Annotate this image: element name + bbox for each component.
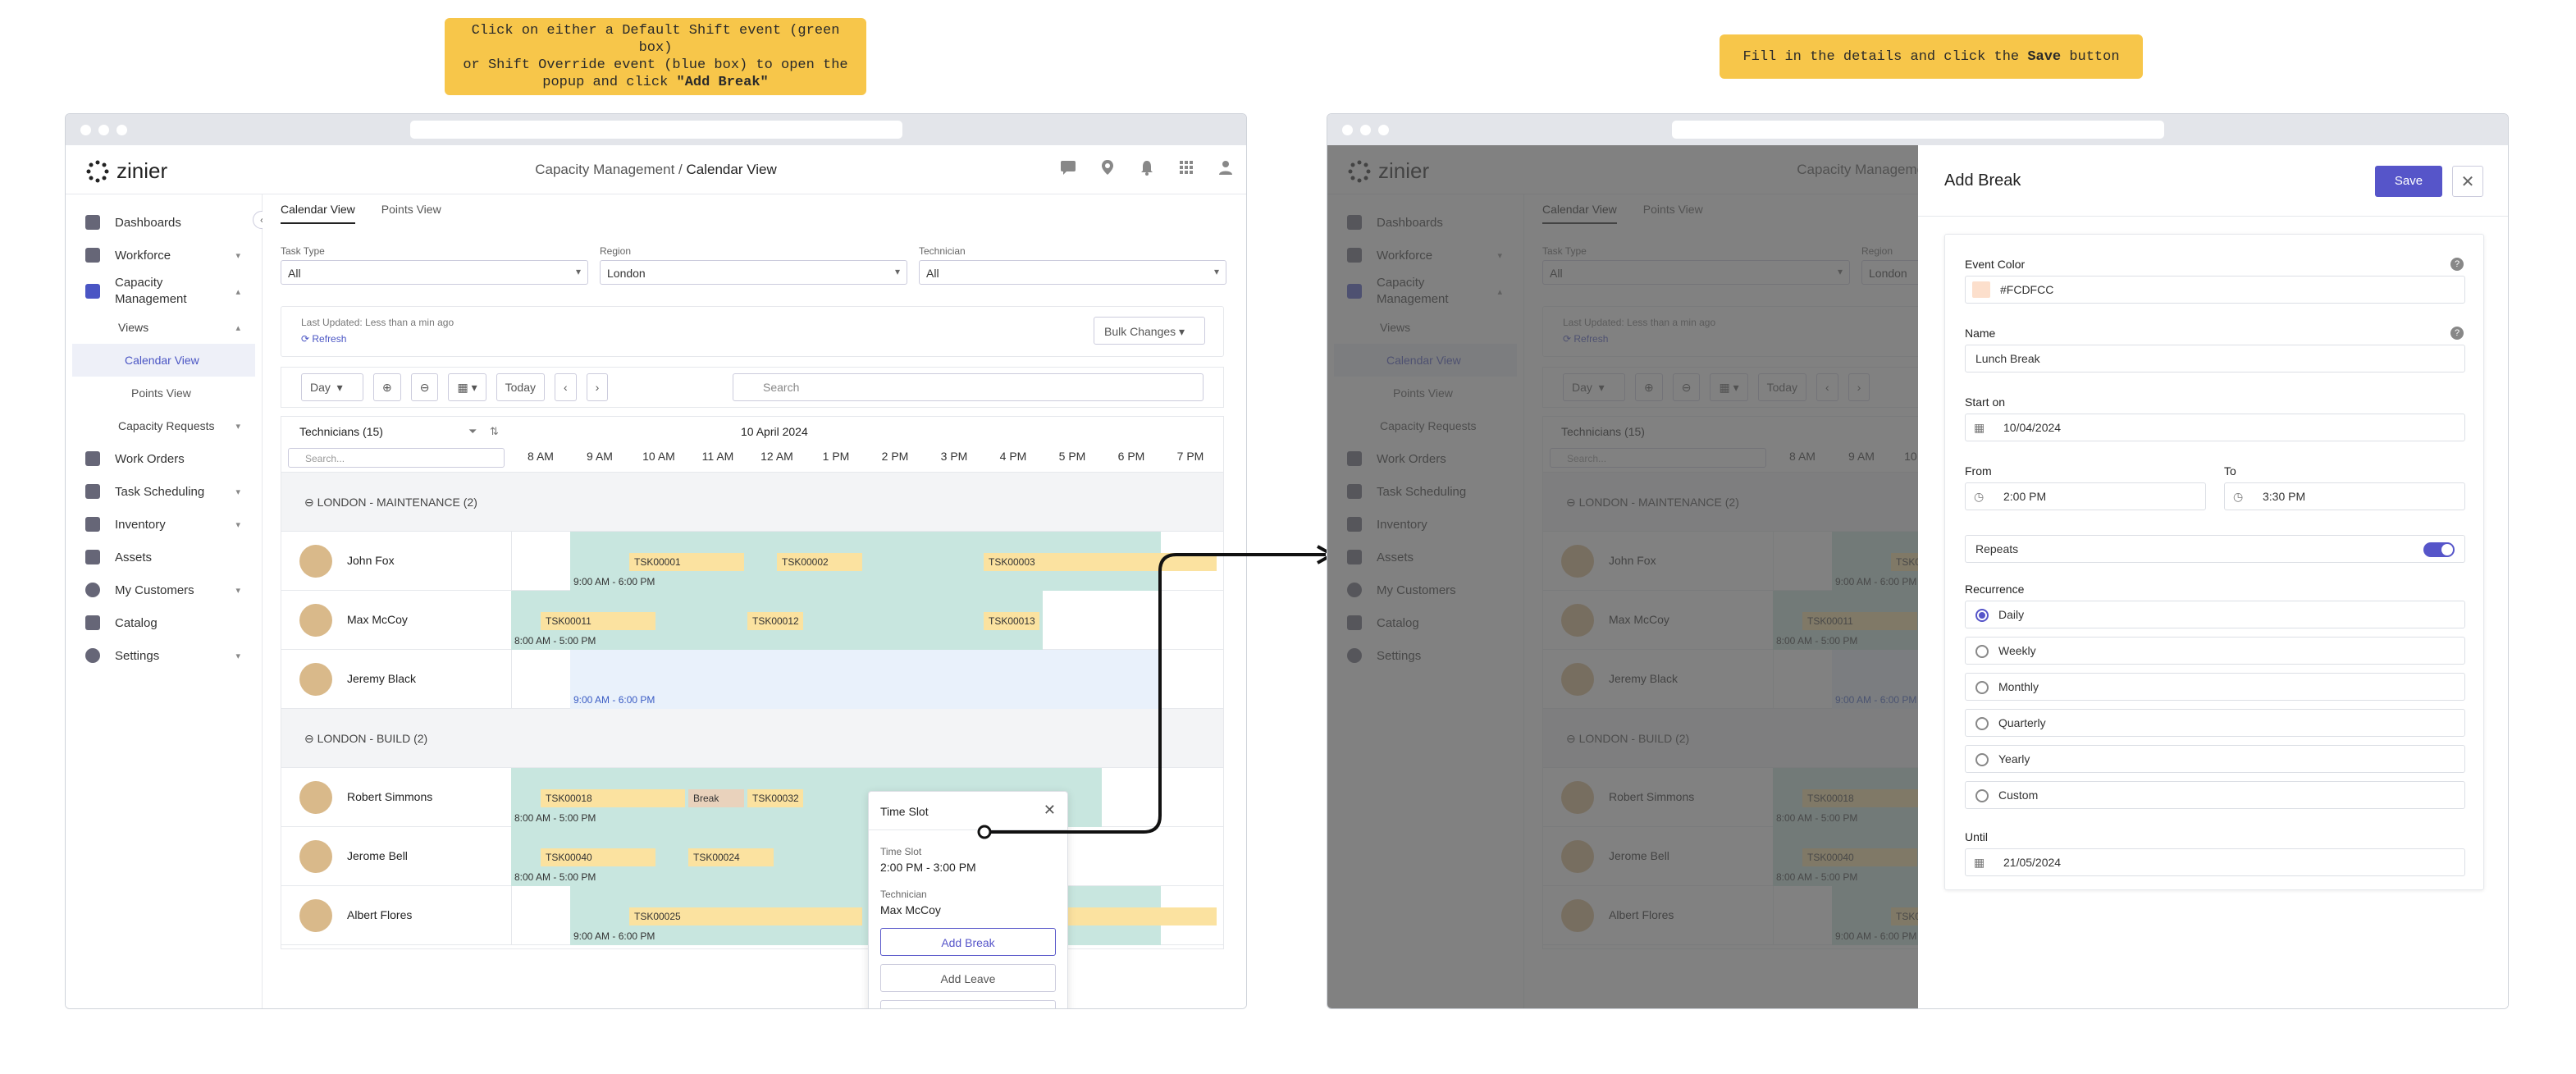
recurrence-option-label: Quarterly [1998,716,2046,729]
start-date-input[interactable]: ▦ 10/04/2024 [1965,414,2465,441]
recurrence-option-quarterly[interactable]: Quarterly [1965,709,2465,737]
until-label: Until [1965,830,1989,843]
right-window: zinier Capacity Management / Calendar Vi… [1327,113,2509,1009]
event-color-label: Event Color [1965,258,2026,271]
clock-icon: ◷ [2233,490,2244,503]
recurrence-option-label: Custom [1998,788,2039,802]
recurrence-option-yearly[interactable]: Yearly [1965,745,2465,773]
radio-icon [1975,789,1989,802]
clock-icon: ◷ [1974,490,1985,503]
repeats-label: Repeats [1975,542,2019,555]
recurrence-option-custom[interactable]: Custom [1965,781,2465,809]
from-time-value: 2:00 PM [2003,490,2047,503]
color-swatch [1972,281,1990,298]
window-dot [1378,125,1389,135]
radio-icon [1975,645,1989,658]
repeats-row: Repeats [1965,535,2465,563]
event-color-value: #FCDFCC [2000,283,2054,296]
recurrence-option-label: Weekly [1998,644,2036,657]
repeats-toggle[interactable] [2423,542,2455,557]
close-icon[interactable]: ✕ [2452,166,2483,197]
to-time-value: 3:30 PM [2263,490,2306,503]
start-date-value: 10/04/2024 [2003,421,2062,434]
to-label: To [2224,464,2236,478]
radio-icon [1975,753,1989,766]
add-break-panel: Add Break Save ✕ Event Color ? #FCDFCC N… [1918,145,2508,1008]
radio-icon [1975,681,1989,694]
radio-icon [1975,609,1989,622]
recurrence-option-daily[interactable]: Daily [1965,601,2465,628]
modal-overlay[interactable] [1327,145,1918,1008]
save-button[interactable]: Save [2375,166,2442,197]
browser-chrome [1327,114,2508,145]
window-dot [1360,125,1371,135]
calendar-icon: ▦ [1974,421,1985,434]
address-bar[interactable] [1672,121,2164,139]
recurrence-option-label: Yearly [1998,752,2030,766]
until-date-input[interactable]: ▦ 21/05/2024 [1965,848,2465,876]
recurrence-label: Recurrence [1965,583,2025,596]
to-time-input[interactable]: ◷ 3:30 PM [2224,482,2465,510]
add-break-form: Event Color ? #FCDFCC Name ? Lunch Break… [1944,234,2484,890]
recurrence-option-monthly[interactable]: Monthly [1965,673,2465,701]
event-color-input[interactable]: #FCDFCC [1965,276,2465,304]
recurrence-option-weekly[interactable]: Weekly [1965,637,2465,665]
from-time-input[interactable]: ◷ 2:00 PM [1965,482,2206,510]
window-dot [1342,125,1353,135]
help-icon[interactable]: ? [2450,258,2464,271]
from-label: From [1965,464,1992,478]
panel-title: Add Break [1944,171,2021,190]
recurrence-option-label: Monthly [1998,680,2039,693]
until-date-value: 21/05/2024 [2003,856,2062,869]
help-icon[interactable]: ? [2450,327,2464,340]
name-input[interactable]: Lunch Break [1965,345,2465,372]
start-label: Start on [1965,395,2006,409]
radio-icon [1975,717,1989,730]
recurrence-option-label: Daily [1998,608,2025,621]
calendar-icon: ▦ [1974,856,1985,869]
name-label: Name [1965,327,1996,340]
